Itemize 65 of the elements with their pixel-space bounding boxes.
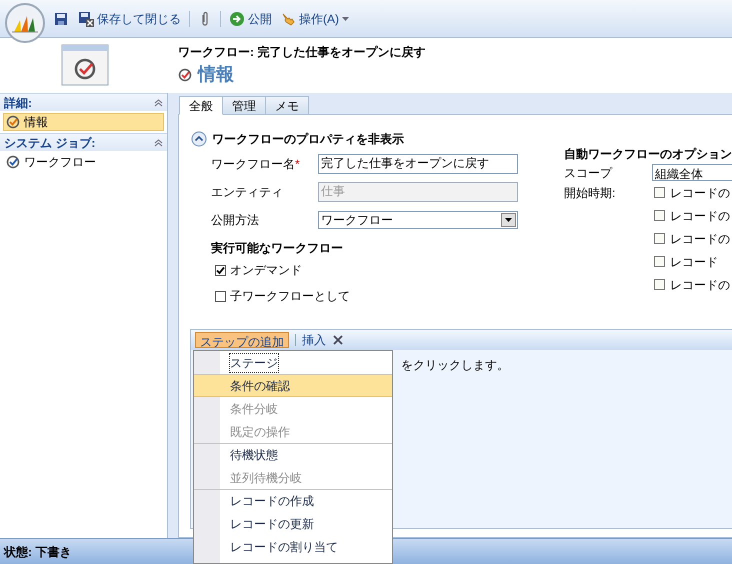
checkbox[interactable] — [215, 264, 226, 276]
field-label: ワークフロー名 — [211, 156, 295, 172]
toolbar-button[interactable]: 保存して閉じる — [78, 10, 181, 28]
toolbar-button[interactable]: 挿入 — [302, 331, 326, 349]
section-heading: 詳細: — [4, 94, 32, 112]
sidebar-label: ワークフロー — [24, 154, 96, 171]
menu-item[interactable]: 待機状態 — [194, 443, 392, 466]
arrow-circle-icon — [229, 10, 245, 26]
checkbox[interactable] — [654, 210, 665, 221]
hint-text: をクリックします。 — [401, 357, 509, 374]
check-circle-icon — [178, 68, 192, 82]
sidebar-label: 情報 — [24, 114, 48, 131]
field-label: 開始時期: — [564, 185, 616, 202]
collapse-chevron-icon — [154, 138, 163, 147]
required-asterisk: * — [295, 156, 300, 172]
sidebar-item[interactable]: 情報 — [3, 113, 164, 131]
checkbox-option[interactable]: レコードの — [654, 203, 730, 228]
menu-item[interactable]: レコードの作成 — [194, 489, 392, 512]
section-toggle-link[interactable]: ワークフローのプロパティを非表示 — [212, 130, 404, 148]
section-heading: システム ジョブ: — [4, 134, 96, 152]
workflow-info-icon — [60, 42, 110, 88]
page-title: 情報 — [198, 63, 234, 86]
field-label: エンティティ — [211, 184, 283, 200]
tab[interactable]: メモ — [265, 96, 309, 115]
select-field[interactable]: 組織全体 — [652, 164, 732, 181]
dropdown-arrow-icon — [505, 218, 512, 222]
toolbar-button[interactable]: 公開 — [229, 10, 272, 28]
checkbox-option[interactable]: 子ワークフローとして — [211, 283, 556, 309]
checkbox-option[interactable]: レコードの — [654, 226, 730, 251]
checkbox[interactable] — [654, 187, 665, 198]
save-button[interactable] — [52, 12, 70, 26]
caret-icon — [342, 16, 349, 20]
checkbox[interactable] — [654, 256, 665, 267]
check-circle-icon — [6, 115, 20, 129]
checkbox[interactable] — [654, 279, 665, 290]
field-label: スコープ — [564, 164, 614, 182]
field-label: 公開方法 — [211, 212, 259, 228]
group-heading: 実行可能なワークフロー — [211, 240, 344, 257]
group-heading: 自動ワークフローのオプション — [564, 146, 732, 163]
collapse-chevron-icon — [154, 98, 163, 107]
menu-item[interactable]: ステージ — [194, 351, 392, 374]
checkbox-option[interactable]: レコード — [654, 249, 730, 274]
delete-icon — [332, 334, 344, 346]
select-field[interactable]: ワークフロー — [318, 210, 518, 228]
tab[interactable]: 管理 — [222, 96, 266, 115]
sidebar-item[interactable]: ワークフロー — [3, 153, 164, 171]
menu-item[interactable]: レコードの割り当て — [194, 535, 392, 558]
status-text: 状態: 下書き — [4, 544, 72, 560]
pointing-hand-icon — [280, 10, 296, 26]
actions-menu[interactable]: 操作(A) — [280, 10, 349, 28]
checkbox-option[interactable]: レコードの — [654, 272, 730, 297]
text-field[interactable]: 完了した仕事をオープンに戻す — [318, 154, 518, 174]
checkbox-option[interactable]: オンデマンド — [211, 257, 556, 283]
collapse-circle-icon — [191, 131, 207, 147]
checkbox[interactable] — [215, 290, 226, 302]
paperclip-icon — [200, 10, 210, 26]
toolbar-button[interactable]: ステップの追加 — [195, 332, 289, 348]
menu-item[interactable]: 条件の確認 — [194, 374, 392, 397]
breadcrumb-title: ワークフロー: 完了した仕事をオープンに戻す — [178, 44, 426, 61]
tab[interactable]: 全般 — [179, 96, 223, 115]
checkmark-icon — [216, 266, 225, 274]
floppy-disk-close-icon — [78, 10, 94, 26]
menu-item[interactable]: レコードの更新 — [194, 512, 392, 535]
checkbox-option[interactable]: レコードの — [654, 180, 730, 205]
checkbox[interactable] — [654, 233, 665, 244]
